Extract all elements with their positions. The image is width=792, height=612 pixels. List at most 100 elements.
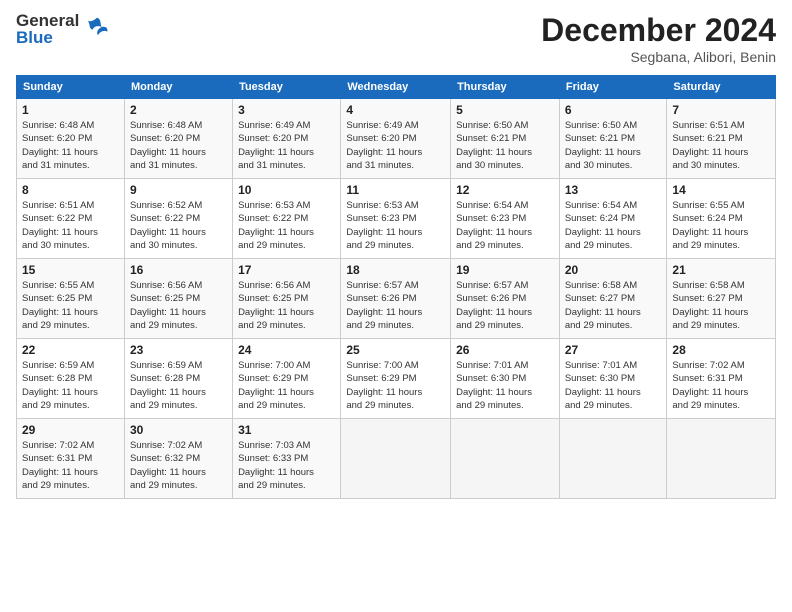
calendar-cell: 4Sunrise: 6:49 AMSunset: 6:20 PMDaylight…: [341, 99, 451, 179]
day-info-line: and 31 minutes.: [238, 160, 306, 171]
calendar-cell: 20Sunrise: 6:58 AMSunset: 6:27 PMDayligh…: [559, 259, 667, 339]
calendar-cell: 3Sunrise: 6:49 AMSunset: 6:20 PMDaylight…: [233, 99, 341, 179]
day-info-line: Daylight: 11 hours: [346, 147, 422, 158]
day-info-line: and 29 minutes.: [130, 480, 198, 491]
day-info-line: and 30 minutes.: [22, 240, 90, 251]
day-number: 16: [130, 263, 227, 277]
day-info: Sunrise: 6:54 AMSunset: 6:23 PMDaylight:…: [456, 199, 554, 252]
calendar-cell: 26Sunrise: 7:01 AMSunset: 6:30 PMDayligh…: [451, 339, 560, 419]
day-info-line: Daylight: 11 hours: [22, 227, 98, 238]
calendar: SundayMondayTuesdayWednesdayThursdayFrid…: [16, 75, 776, 499]
day-info: Sunrise: 7:03 AMSunset: 6:33 PMDaylight:…: [238, 439, 335, 492]
day-info-line: Daylight: 11 hours: [672, 307, 748, 318]
day-info-line: and 29 minutes.: [238, 400, 306, 411]
day-info: Sunrise: 7:00 AMSunset: 6:29 PMDaylight:…: [346, 359, 445, 412]
day-info: Sunrise: 6:54 AMSunset: 6:24 PMDaylight:…: [565, 199, 662, 252]
calendar-cell: 16 Sunrise: 6:56 AMSunset: 6:25 PMDayligh…: [124, 259, 232, 339]
day-info-line: Daylight: 11 hours: [238, 307, 314, 318]
day-info-line: and 29 minutes.: [565, 400, 633, 411]
day-info-line: Daylight: 11 hours: [456, 227, 532, 238]
day-number: 10: [238, 183, 335, 197]
day-info-line: Sunset: 6:20 PM: [22, 133, 92, 144]
day-info: Sunrise: 7:01 AMSunset: 6:30 PMDaylight:…: [456, 359, 554, 412]
day-info-line: Sunrise: 6:56 AM: [130, 280, 202, 291]
day-number: 17: [238, 263, 335, 277]
day-info-line: Daylight: 11 hours: [456, 307, 532, 318]
day-number: 2: [130, 103, 227, 117]
day-number: 21: [672, 263, 770, 277]
day-info-line: Sunrise: 6:50 AM: [565, 120, 637, 131]
day-info-line: Sunset: 6:29 PM: [238, 373, 308, 384]
day-number: 3: [238, 103, 335, 117]
day-info-line: and 30 minutes.: [565, 160, 633, 171]
day-info-line: Sunrise: 6:57 AM: [456, 280, 528, 291]
day-info-line: Sunset: 6:28 PM: [130, 373, 200, 384]
day-info-line: Sunrise: 7:02 AM: [672, 360, 744, 371]
day-info-line: Sunset: 6:26 PM: [346, 293, 416, 304]
day-number: 4: [346, 103, 445, 117]
day-info-line: and 29 minutes.: [238, 240, 306, 251]
day-info-line: Sunrise: 6:51 AM: [22, 200, 94, 211]
day-info-line: and 29 minutes.: [346, 400, 414, 411]
calendar-cell: 15Sunrise: 6:55 AMSunset: 6:25 PMDayligh…: [17, 259, 125, 339]
weekday-header-row: SundayMondayTuesdayWednesdayThursdayFrid…: [17, 76, 776, 99]
day-info: Sunrise: 6:50 AMSunset: 6:21 PMDaylight:…: [565, 119, 662, 172]
day-info-line: Daylight: 11 hours: [238, 147, 314, 158]
day-info-line: and 29 minutes.: [130, 320, 198, 331]
day-info-line: Sunset: 6:30 PM: [565, 373, 635, 384]
day-info-line: Sunset: 6:23 PM: [456, 213, 526, 224]
day-info-line: Daylight: 11 hours: [130, 227, 206, 238]
day-info-line: and 29 minutes.: [22, 400, 90, 411]
day-info-line: and 31 minutes.: [346, 160, 414, 171]
calendar-cell: 24Sunrise: 7:00 AMSunset: 6:29 PMDayligh…: [233, 339, 341, 419]
day-info-line: Daylight: 11 hours: [22, 307, 98, 318]
day-info-line: and 29 minutes.: [22, 480, 90, 491]
day-info-line: Daylight: 11 hours: [130, 307, 206, 318]
day-number: 30: [130, 423, 227, 437]
calendar-cell: 5Sunrise: 6:50 AMSunset: 6:21 PMDaylight…: [451, 99, 560, 179]
day-info-line: Sunrise: 6:56 AM: [238, 280, 310, 291]
day-info: Sunrise: 6:59 AM Sunset: 6:28 PM Daylight:…: [130, 359, 227, 412]
day-info-line: Sunrise: 6:50 AM: [456, 120, 528, 131]
weekday-header-saturday: Saturday: [667, 76, 776, 99]
page: General Blue December 2024 Segbana, Alib…: [0, 0, 792, 612]
day-info-line: Daylight: 11 hours: [130, 387, 206, 398]
day-info-line: Daylight: 11 hours: [22, 147, 98, 158]
day-info-line: Daylight: 11 hours: [672, 147, 748, 158]
day-info: Sunrise: 6:56 AMSunset: 6:25 PMDaylight:…: [238, 279, 335, 332]
day-info-line: Daylight: 11 hours: [130, 147, 206, 158]
day-info-line: Sunset: 6:20 PM: [130, 133, 200, 144]
day-info: Sunrise: 6:56 AMSunset: 6:25 PMDaylight:…: [130, 279, 227, 332]
day-info-line: Sunset: 6:24 PM: [565, 213, 635, 224]
day-info: Sunrise: 6:51 AMSunset: 6:21 PMDaylight:…: [672, 119, 770, 172]
day-info-line: Sunset: 6:26 PM: [456, 293, 526, 304]
day-number: 31: [238, 423, 335, 437]
calendar-cell: [667, 419, 776, 499]
calendar-cell: 23Sunrise: 6:59 AMSunset: 6:28 PMDayligh…: [124, 339, 232, 419]
day-info-line: and 29 minutes.: [565, 240, 633, 251]
day-info: Sunrise: 6:48 AMSunset: 6:20 PMDaylight:…: [22, 119, 119, 172]
day-info-line: Daylight: 11 hours: [672, 227, 748, 238]
day-info-line: Sunset: 6:27 PM: [672, 293, 742, 304]
week-row-3: 15Sunrise: 6:55 AMSunset: 6:25 PMDayligh…: [17, 259, 776, 339]
weekday-header-wednesday: Wednesday: [341, 76, 451, 99]
day-info-line: Daylight: 11 hours: [346, 387, 422, 398]
day-info-line: and 29 minutes.: [456, 240, 524, 251]
day-number: 13: [565, 183, 662, 197]
day-info-line: Sunrise: 6:59 AM: [130, 360, 202, 371]
day-info-line: Daylight: 11 hours: [456, 147, 532, 158]
day-info-line: and 29 minutes.: [565, 320, 633, 331]
day-number: 25: [346, 343, 445, 357]
calendar-cell: 29Sunrise: 7:02 AMSunset: 6:31 PMDayligh…: [17, 419, 125, 499]
calendar-cell: 28Sunrise: 7:02 AMSunset: 6:31 PMDayligh…: [667, 339, 776, 419]
day-info: Sunrise: 6:55 AMSunset: 6:24 PMDaylight:…: [672, 199, 770, 252]
day-info-line: and 29 minutes.: [130, 400, 198, 411]
day-info-line: Sunrise: 6:58 AM: [565, 280, 637, 291]
calendar-cell: [559, 419, 667, 499]
day-info-line: Sunrise: 7:00 AM: [238, 360, 310, 371]
day-info-line: Sunset: 6:23 PM: [346, 213, 416, 224]
day-info-line: and 29 minutes.: [346, 320, 414, 331]
weekday-header-thursday: Thursday: [451, 76, 560, 99]
day-info-line: Sunset: 6:27 PM: [565, 293, 635, 304]
day-info: Sunrise: 6:50 AMSunset: 6:21 PMDaylight:…: [456, 119, 554, 172]
